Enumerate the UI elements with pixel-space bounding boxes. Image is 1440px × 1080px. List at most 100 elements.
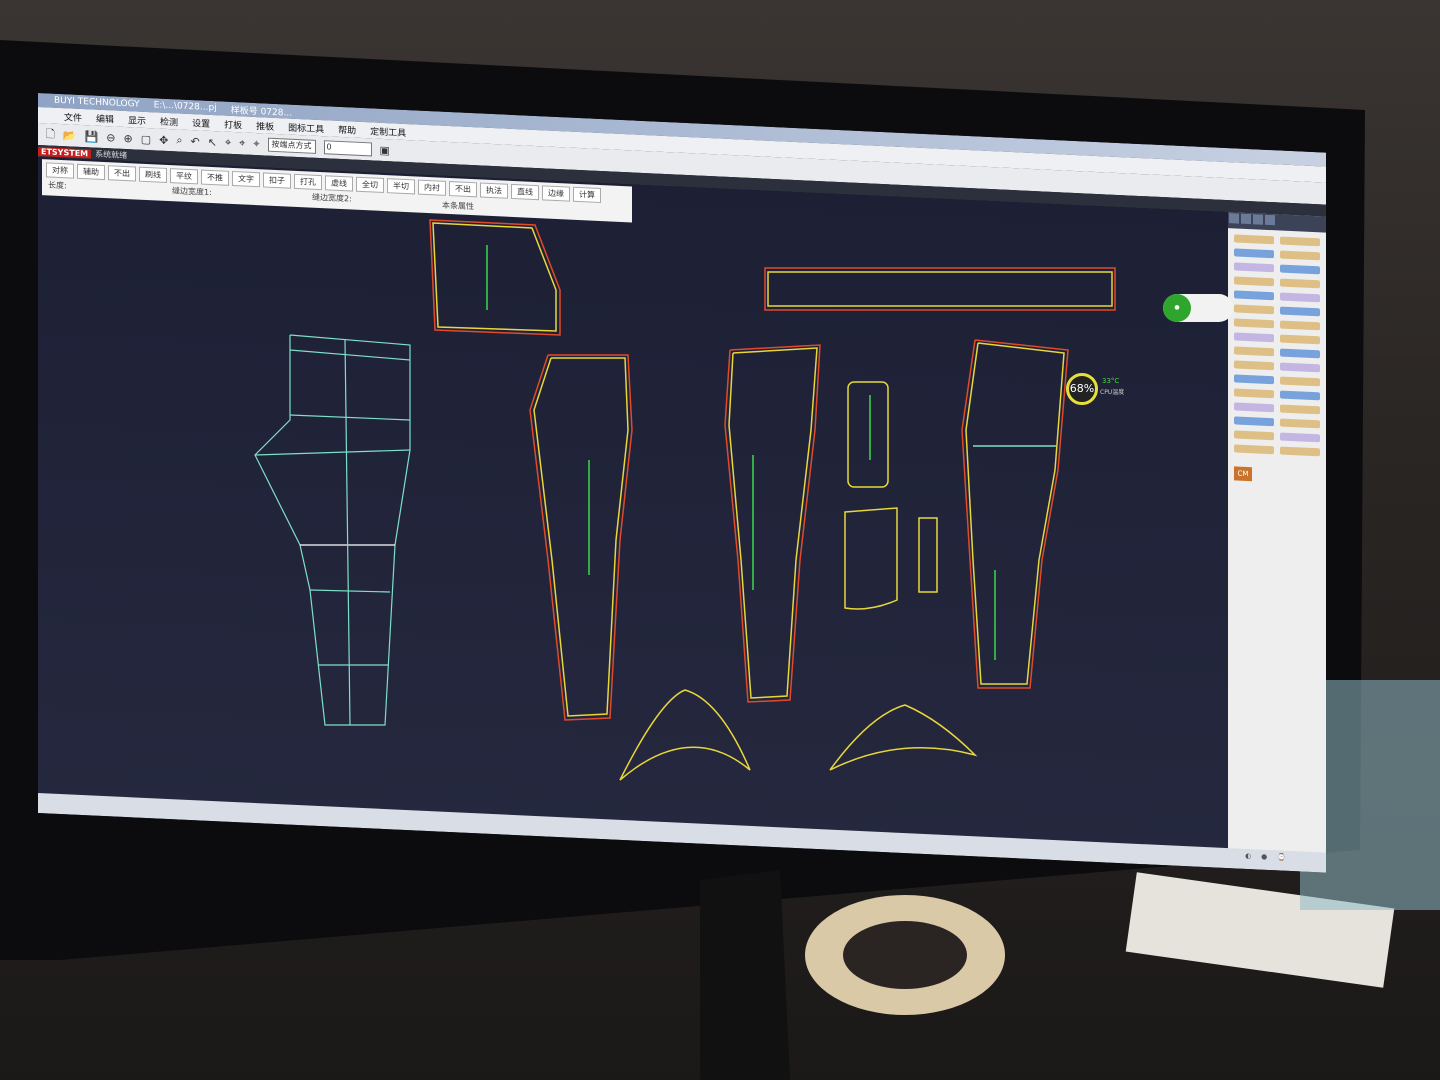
tool-button[interactable]: 直线 (511, 183, 539, 201)
tool-button[interactable]: 虚线 (325, 175, 353, 192)
point-tool-icon[interactable]: ⌖ (225, 136, 231, 150)
screen: BUYI TECHNOLOGY E:\...\0728...pj 样板号 072… (38, 93, 1326, 873)
component-icon[interactable] (1280, 432, 1320, 443)
pan-icon[interactable]: ✥ (159, 133, 168, 146)
new-file-icon[interactable]: 🗋 (46, 125, 55, 144)
component-icon[interactable] (1280, 446, 1320, 457)
menu-settings[interactable]: 设置 (192, 116, 210, 130)
component-icon[interactable] (1234, 388, 1274, 399)
tool-button[interactable]: 边缘 (542, 185, 570, 202)
open-folder-icon[interactable]: 📂 (63, 129, 77, 143)
panel-tab[interactable] (1241, 213, 1251, 225)
component-icon[interactable] (1234, 276, 1274, 287)
menu-edit[interactable]: 编辑 (96, 111, 114, 125)
tool-button[interactable]: 刷线 (139, 166, 167, 183)
component-icon[interactable] (1234, 262, 1274, 273)
pointer-icon[interactable]: ↖ (208, 135, 217, 148)
brand-label: ETSYSTEM (38, 146, 92, 158)
component-icon[interactable] (1234, 416, 1274, 427)
confirm-icon[interactable]: ▣ (380, 143, 390, 156)
component-icon[interactable] (1234, 318, 1274, 329)
monitor-stand (700, 870, 790, 1080)
component-icon[interactable] (1280, 250, 1320, 261)
component-icon[interactable] (1280, 418, 1320, 429)
menu-check[interactable]: 检测 (160, 114, 178, 128)
panel-tab[interactable] (1265, 214, 1275, 226)
component-icon[interactable] (1280, 390, 1320, 401)
component-icon[interactable] (1234, 304, 1274, 315)
tool-button[interactable]: 不出 (108, 165, 136, 182)
tool-button[interactable]: 半切 (387, 178, 415, 195)
tool-button[interactable]: 执法 (480, 182, 508, 199)
menu-view[interactable]: 显示 (128, 113, 146, 127)
component-icon[interactable] (1234, 234, 1274, 245)
right-tool-panel: CM (1228, 212, 1326, 857)
component-icon[interactable] (1234, 444, 1274, 455)
clock-icon[interactable]: ⌚ (1277, 853, 1286, 861)
tool-button[interactable]: 辅助 (77, 163, 105, 181)
tool-button[interactable]: 对称 (46, 162, 74, 179)
zoom-region-icon[interactable]: ⌕ (176, 133, 182, 147)
component-icon[interactable] (1234, 430, 1274, 441)
component-icon[interactable] (1234, 332, 1274, 343)
menu-custom-tools[interactable]: 定制工具 (370, 124, 406, 139)
menu-help[interactable]: 帮助 (338, 122, 356, 136)
cpu-temperature: 33°C (1102, 377, 1120, 385)
component-icon[interactable] (1234, 290, 1274, 301)
component-icon[interactable] (1280, 236, 1320, 247)
tool-button[interactable]: 不推 (201, 169, 229, 186)
menu-grading[interactable]: 推板 (256, 119, 274, 133)
mode-select[interactable]: 按端点方式 (267, 137, 316, 154)
tool-button[interactable]: 内衬 (418, 179, 446, 196)
unit-cm-button[interactable]: CM (1234, 466, 1252, 482)
menu-pattern[interactable]: 打板 (224, 117, 242, 131)
system-tray: ◐ ● ⌚ (1245, 852, 1286, 862)
cpu-usage: 68% (1066, 373, 1098, 405)
point-tool-3-icon[interactable]: ⌖ (253, 137, 259, 151)
component-icon[interactable] (1280, 278, 1320, 289)
component-icon[interactable] (1234, 248, 1274, 259)
tool-button[interactable]: 计算 (573, 186, 601, 204)
component-library (1228, 228, 1326, 463)
tape-roll-hole (843, 921, 967, 989)
network-widget[interactable]: ● (1163, 294, 1233, 322)
tool-button[interactable]: 打孔 (294, 173, 322, 191)
component-icon[interactable] (1280, 320, 1320, 331)
panel-tab[interactable] (1253, 214, 1263, 225)
component-icon[interactable] (1280, 362, 1320, 373)
tool-button[interactable]: 平纹 (170, 168, 198, 185)
panel-tab[interactable] (1229, 213, 1239, 224)
component-icon[interactable] (1280, 404, 1320, 415)
component-icon[interactable] (1280, 292, 1320, 303)
tool-button[interactable]: 全切 (356, 176, 384, 194)
component-icon[interactable] (1280, 376, 1320, 387)
component-icon[interactable] (1234, 360, 1274, 371)
value-field[interactable]: 0 (323, 140, 372, 157)
save-icon[interactable]: 💾 (85, 130, 99, 144)
tool-button[interactable]: 扣子 (263, 172, 291, 189)
component-icon[interactable] (1234, 374, 1274, 385)
drawing-canvas[interactable] (38, 157, 1228, 873)
pattern-number: 样板号 0728... (230, 105, 293, 119)
point-tool-2-icon[interactable]: ⌖ (239, 136, 245, 150)
component-icon[interactable] (1280, 264, 1320, 275)
component-icon[interactable] (1280, 306, 1320, 317)
component-icon[interactable] (1280, 334, 1320, 345)
component-icon[interactable] (1234, 402, 1274, 413)
tray-icon[interactable]: ◐ (1245, 852, 1251, 860)
undo-icon[interactable]: ↶ (191, 135, 200, 148)
cpu-label: CPU温度 (1100, 389, 1125, 396)
component-icon[interactable] (1234, 346, 1274, 357)
menu-file[interactable]: 文件 (64, 110, 82, 124)
tool-button[interactable]: 不出 (449, 181, 477, 198)
zoom-in-icon[interactable]: ⊕ (123, 131, 132, 144)
tray-icon[interactable]: ● (1261, 853, 1267, 861)
line-attribute-label: 本条属性 (442, 200, 474, 212)
component-icon[interactable] (1280, 348, 1320, 359)
network-status-icon: ● (1163, 294, 1191, 322)
zoom-out-icon[interactable]: ⊖ (106, 131, 115, 144)
fit-window-icon[interactable]: ▢ (141, 132, 151, 145)
length-label: 长度: (48, 180, 67, 191)
tool-button[interactable]: 文字 (232, 170, 260, 188)
menu-icon-tools[interactable]: 图标工具 (288, 120, 324, 135)
